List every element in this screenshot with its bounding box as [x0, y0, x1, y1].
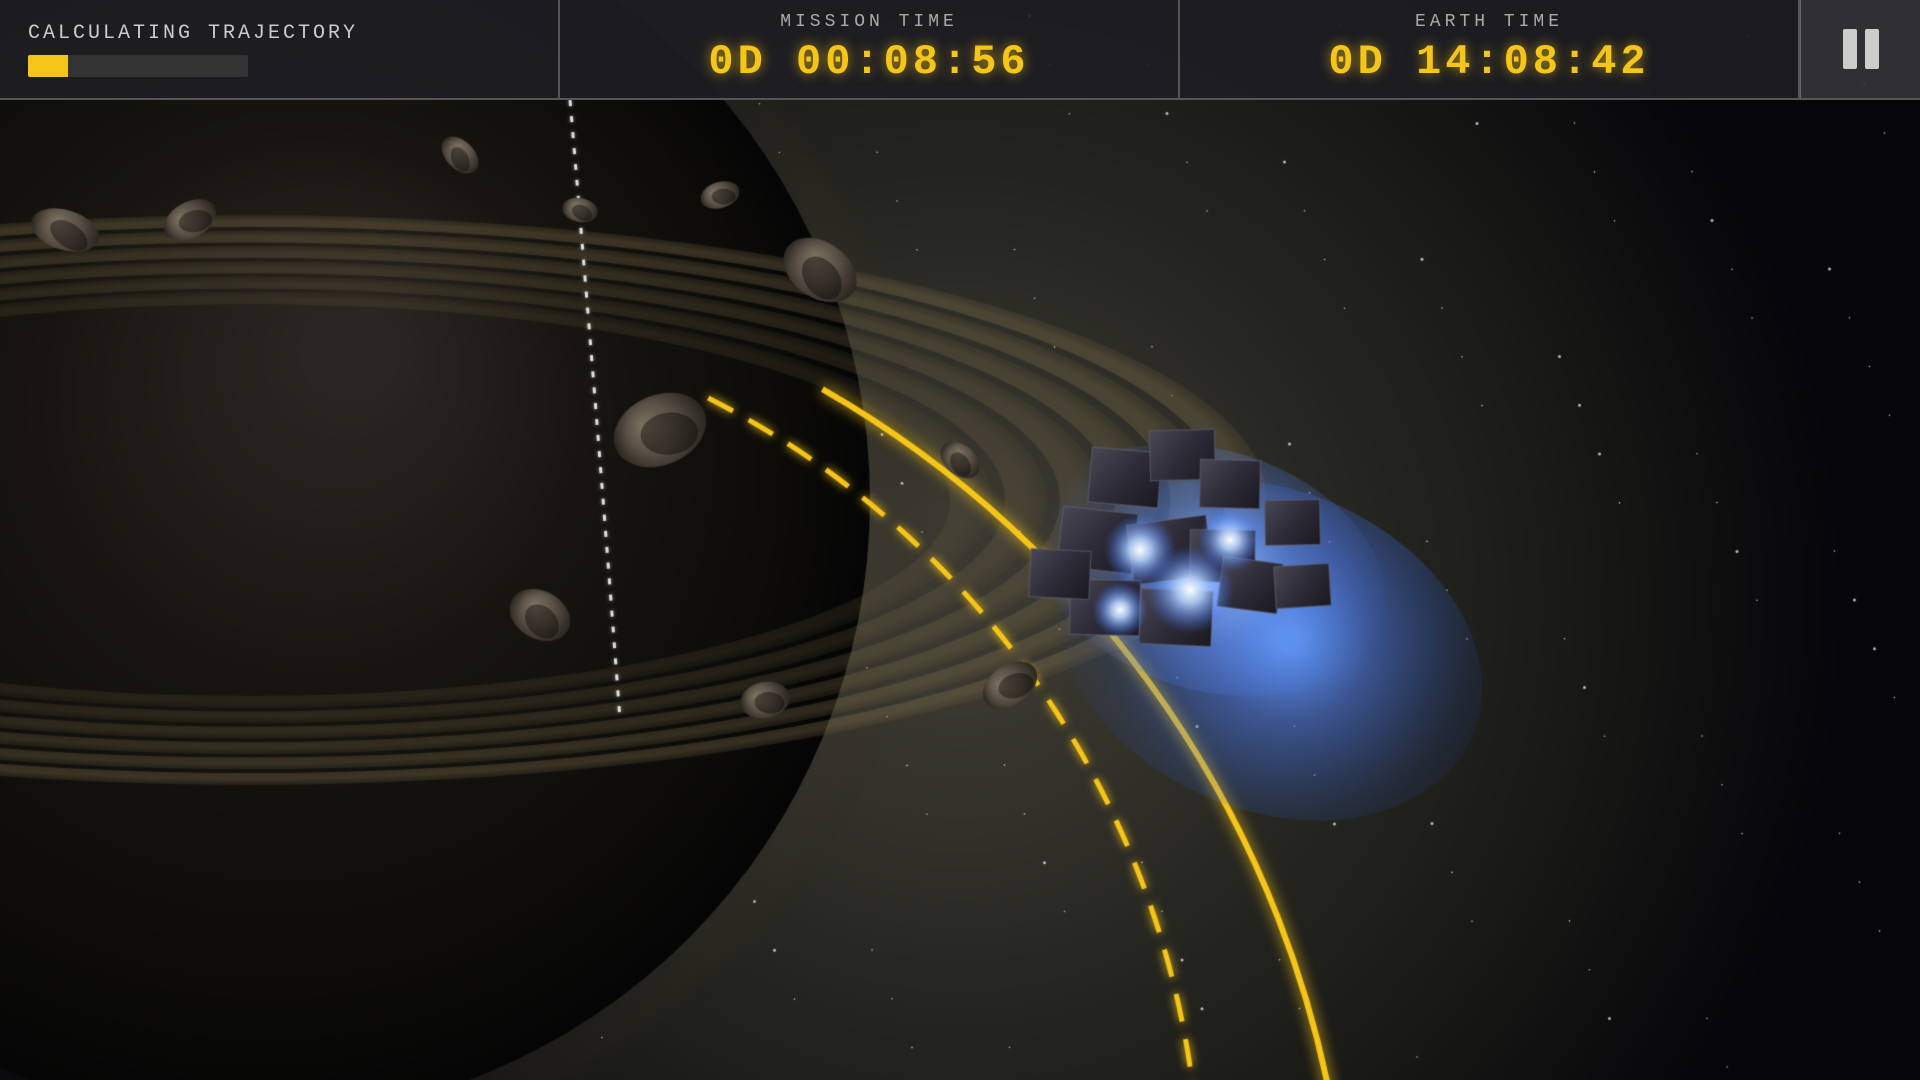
- pause-bar-right: [1865, 29, 1879, 69]
- mission-time-value: 0D 00:08:56: [708, 38, 1029, 86]
- pause-icon: [1843, 29, 1879, 69]
- top-bar: CALCULATING TRAJECTORY MISSION TIME 0D 0…: [0, 0, 1920, 100]
- pause-bar-left: [1843, 29, 1857, 69]
- earth-time-value: 0D 14:08:42: [1328, 38, 1649, 86]
- calculating-label: CALCULATING TRAJECTORY: [28, 22, 530, 45]
- pause-button[interactable]: [1800, 0, 1920, 100]
- mission-time-label: MISSION TIME: [780, 12, 958, 32]
- mission-time-section: MISSION TIME 0D 00:08:56: [560, 0, 1180, 100]
- progress-bar-fill: [28, 55, 68, 77]
- earth-time-label: EARTH TIME: [1415, 12, 1563, 32]
- calculating-section: CALCULATING TRAJECTORY: [0, 0, 560, 100]
- progress-bar-container: [28, 55, 248, 77]
- earth-time-section: EARTH TIME 0D 14:08:42: [1180, 0, 1800, 100]
